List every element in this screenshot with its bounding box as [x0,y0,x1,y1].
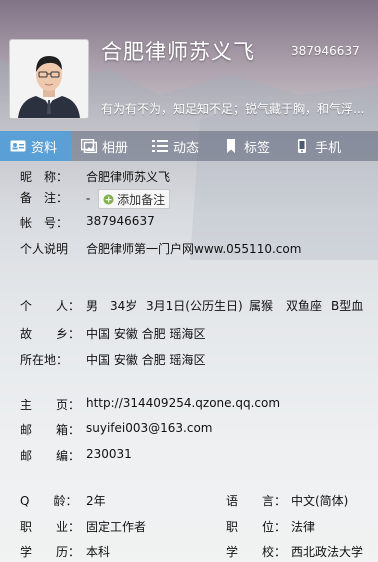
tab-feed-label: 动态 [173,140,200,156]
age-value: 34岁 [110,299,138,313]
account-label: 帐 号： [20,216,69,230]
remark-value: - [86,191,91,206]
zip-label: 邮 编： [20,449,81,463]
tab-feed[interactable]: 动态 [142,131,213,161]
qq-number: 387946637 [291,44,360,58]
nickname-value: 合肥律师苏义飞 [86,170,171,184]
qage-label: Q 龄： [20,494,78,508]
job-value: 固定工作者 [86,520,147,534]
education-value: 本科 [86,545,111,559]
zip-value: 230031 [86,447,132,461]
personal-desc-value: 合肥律师第一门户网www.055110.com [86,242,302,256]
add-remark-button[interactable]: 添加备注 [98,189,171,209]
avatar[interactable] [9,39,89,119]
tab-album[interactable]: 相册 [71,131,142,161]
tab-mobile-label: 手机 [315,140,342,156]
account-value: 387946637 [86,214,155,228]
tab-album-label: 相册 [102,140,129,156]
qage-value: 2年 [86,494,106,508]
tab-profile-label: 资料 [31,140,58,156]
remark-label: 备 注： [20,191,69,205]
profile-card-icon [10,139,26,153]
add-remark-label: 添加备注 [117,192,166,207]
personal-desc-label: 个人说明 [20,242,69,256]
mobile-phone-icon [294,139,310,153]
profile-header: 合肥律师苏义飞 387946637 有为有不为，知足知不足；锐气藏于胸，和气浮.… [0,0,378,128]
constellation-value: 双鱼座 [286,299,323,313]
tab-tags-label: 标签 [244,140,271,156]
email-label: 邮 箱： [20,423,81,437]
school-value: 西北政法大学 [291,545,364,559]
tab-profile[interactable]: 资料 [0,131,72,161]
homepage-label: 主 页： [20,398,81,412]
avatar-portrait-image [10,40,88,118]
blood-type-value: B型血 [331,299,364,313]
photo-album-icon [80,138,98,154]
job-label: 职 业： [20,520,81,534]
tab-tags[interactable]: 标签 [213,131,284,161]
edit-note-icon [103,194,114,204]
birthday-value: 3月1日(公历生日) [146,299,243,313]
language-label: 语 言： [226,494,287,508]
zodiac-value: 属猴 [249,299,274,313]
nickname-title: 合肥律师苏义飞 [101,40,255,64]
bookmark-icon [223,139,239,153]
school-label: 学 校： [226,545,287,559]
remark-row: - 添加备注 [86,189,171,209]
position-label: 职 位： [226,520,287,534]
education-label: 学 历： [20,545,81,559]
personal-label: 个 人： [20,299,81,313]
signature-text: 有为有不为，知足知不足；锐气藏于胸，和气浮... [101,102,365,116]
gender-value: 男 [86,299,99,313]
position-value: 法律 [291,520,316,534]
tab-mobile[interactable]: 手机 [284,131,355,161]
language-value: 中文(简体) [291,494,349,508]
location-value: 中国 安徽 合肥 瑶海区 [86,353,206,367]
location-label: 所在地： [20,353,69,367]
nickname-label: 昵 称： [20,170,69,184]
hometown-label: 故 乡： [20,327,81,341]
tab-bar: 资料 相册 动态 标签 手机 [0,131,378,161]
email-link[interactable]: suyifei003@163.com [86,421,213,435]
list-icon [152,139,169,153]
hometown-value: 中国 安徽 合肥 瑶海区 [86,327,206,341]
homepage-link[interactable]: http://314409254.qzone.qq.com [86,396,280,410]
